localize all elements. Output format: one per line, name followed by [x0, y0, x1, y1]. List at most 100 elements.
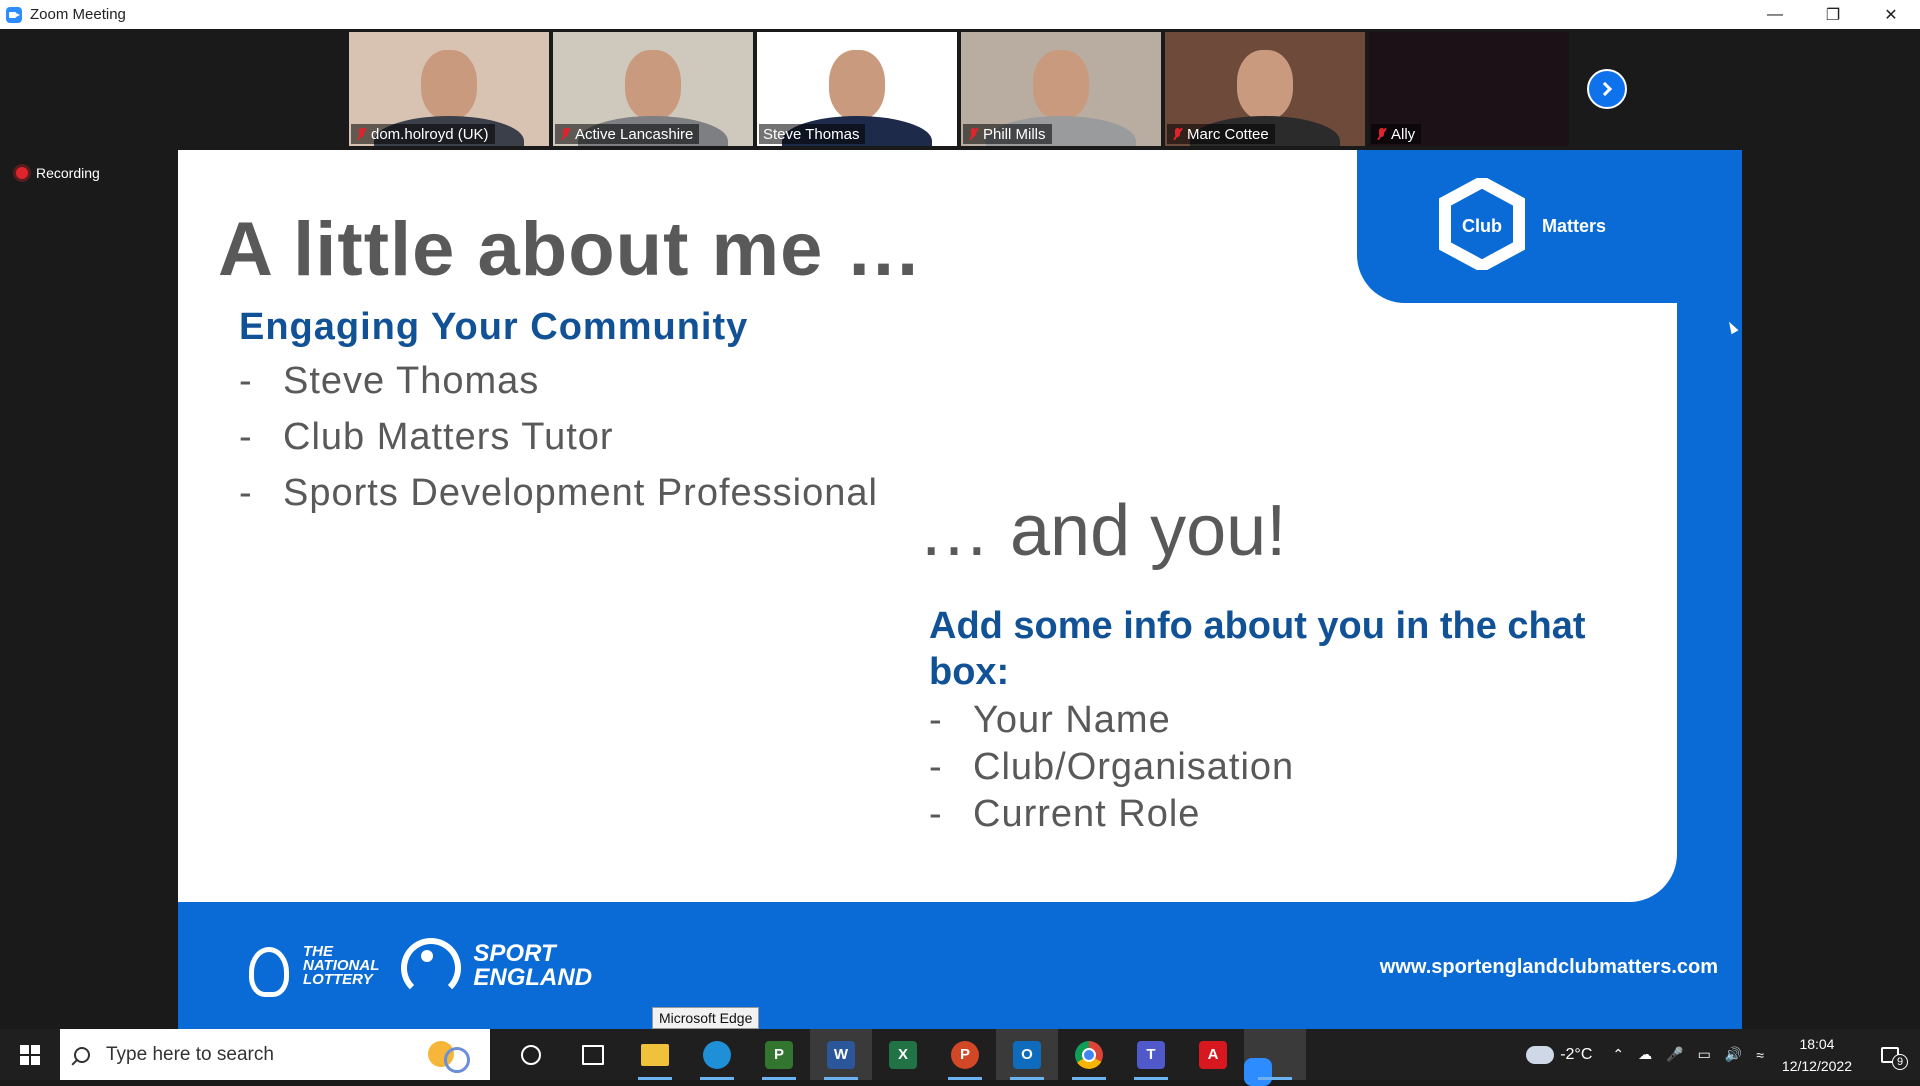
window-title: Zoom Meeting [30, 6, 126, 23]
minimize-icon: — [1767, 5, 1783, 23]
outlook-button[interactable]: O [996, 1029, 1058, 1080]
participant-tile-video-off[interactable]: Ally [1369, 32, 1569, 146]
cortana-icon [521, 1044, 541, 1065]
tray-icons: ⌃ ☁ 🎤 ▭ 🔊 ≈ [1612, 1046, 1764, 1063]
close-button[interactable]: ✕ [1862, 0, 1920, 29]
chevron-up-icon[interactable]: ⌃ [1612, 1046, 1624, 1063]
restore-button[interactable]: ❐ [1804, 0, 1862, 29]
participant-video [829, 50, 885, 120]
search-highlight-icon[interactable] [420, 1037, 474, 1073]
recording-dot-icon [16, 167, 28, 179]
battery-icon[interactable]: ▭ [1698, 1046, 1711, 1063]
window-controls: — ❐ ✕ [1746, 0, 1920, 29]
wifi-icon[interactable]: ≈ [1756, 1047, 1764, 1063]
sport-england-icon [401, 938, 462, 998]
participant-name: Steve Thomas [763, 125, 860, 143]
participant-tile[interactable]: dom.holroyd (UK) [349, 32, 549, 146]
file-explorer-icon [641, 1043, 669, 1066]
acrobat-button[interactable]: A [1182, 1029, 1244, 1080]
participant-tile[interactable]: Phill Mills [961, 32, 1161, 146]
muted-mic-icon [559, 127, 571, 141]
participant-tile-active-speaker[interactable]: Steve Thomas [757, 32, 957, 146]
clock-date: 12/12/2022 [1781, 1057, 1852, 1074]
weather-widget[interactable]: -2°C [1526, 1037, 1593, 1064]
outlook-icon: O [1013, 1040, 1041, 1069]
taskbar-apps: P W X P O T A [500, 1029, 1306, 1086]
file-explorer-button[interactable] [624, 1029, 686, 1080]
zoom-icon [1244, 1058, 1272, 1086]
powerpoint-icon: P [951, 1040, 979, 1069]
participant-namebar: Ally [1371, 124, 1422, 144]
chat-prompt-list: - Your Name - Club/Organisation - Current R… [929, 699, 1294, 840]
participant-namebar: dom.holroyd (UK) [351, 124, 495, 144]
word-icon: W [827, 1040, 855, 1069]
participant-name: Active Lancashire [575, 125, 694, 143]
list-item-text: Sports Development Professional [283, 472, 878, 514]
sponsor-logos: THE NATIONAL LOTTERY SPORT ENGLAND [243, 938, 592, 998]
participant-namebar: Steve Thomas [759, 124, 866, 144]
participant-namebar: Marc Cottee [1167, 124, 1275, 144]
excel-button[interactable]: X [872, 1029, 934, 1080]
project-button[interactable]: P [748, 1029, 810, 1080]
search-placeholder: Type here to search [106, 1043, 274, 1065]
zoom-app-icon [6, 6, 22, 23]
weather-cloud-icon [1526, 1037, 1555, 1064]
muted-mic-icon [355, 127, 367, 141]
zoom-button[interactable] [1244, 1029, 1306, 1086]
onedrive-icon[interactable]: ☁ [1638, 1046, 1652, 1063]
excel-icon: X [889, 1040, 917, 1069]
recording-indicator[interactable]: Recording [16, 165, 100, 181]
participant-tile[interactable]: Marc Cottee [1165, 32, 1365, 146]
footer-url: www.sportenglandclubmatters.com [1379, 956, 1718, 978]
shared-screen-slide: Club Matters A little about me … Engagin… [178, 150, 1742, 1029]
windows-logo-icon [20, 1044, 40, 1065]
muted-mic-icon [967, 127, 979, 141]
weather-temperature: -2°C [1560, 1045, 1593, 1063]
edge-button[interactable] [686, 1029, 748, 1080]
chrome-button[interactable] [1058, 1029, 1120, 1080]
participant-video [625, 50, 681, 120]
task-view-button[interactable] [562, 1029, 624, 1080]
teams-button[interactable]: T [1120, 1029, 1182, 1080]
start-button[interactable] [0, 1029, 60, 1080]
microphone-icon[interactable]: 🎤 [1666, 1046, 1683, 1063]
chrome-icon [1075, 1040, 1103, 1069]
list-item: - Steve Thomas [239, 360, 878, 416]
participant-name: Marc Cottee [1187, 125, 1269, 143]
list-item-text: Steve Thomas [283, 360, 540, 402]
minimize-button[interactable]: — [1746, 0, 1804, 29]
word-button[interactable]: W [810, 1029, 872, 1080]
participant-namebar: Phill Mills [963, 124, 1052, 144]
list-item-text: Current Role [973, 793, 1201, 835]
list-item: - Your Name [929, 699, 1294, 746]
system-tray: -2°C ⌃ ☁ 🎤 ▭ 🔊 ≈ 18:04 12/12/2022 9 [1526, 1029, 1920, 1080]
volume-icon[interactable]: 🔊 [1725, 1046, 1742, 1063]
cortana-button[interactable] [500, 1029, 562, 1080]
powerpoint-button[interactable]: P [934, 1029, 996, 1080]
and-you-text: … and you! [918, 491, 1287, 571]
logo-matters-text: Matters [1542, 216, 1607, 236]
participant-video [1033, 50, 1089, 120]
list-item-text: Your Name [973, 699, 1171, 741]
next-participants-button[interactable] [1587, 69, 1627, 109]
recording-label: Recording [36, 165, 100, 181]
participant-tile[interactable]: Active Lancashire [553, 32, 753, 146]
chat-prompt-heading: Add some info about you in the chat box: [929, 605, 1586, 693]
list-item: - Club/Organisation [929, 746, 1294, 793]
list-item: - Club Matters Tutor [239, 416, 878, 472]
participant-name: Ally [1391, 125, 1416, 143]
participant-name: dom.holroyd (UK) [371, 125, 489, 143]
window-title-bar: Zoom Meeting — ❐ ✕ [0, 0, 1920, 29]
participant-namebar: Active Lancashire [555, 124, 700, 144]
acrobat-icon: A [1199, 1040, 1227, 1069]
taskbar-clock[interactable]: 18:04 12/12/2022 [1782, 1033, 1852, 1077]
notification-center-button[interactable]: 9 [1870, 1029, 1910, 1080]
chevron-right-icon [1597, 81, 1613, 97]
taskbar-search-box[interactable]: Type here to search [60, 1029, 490, 1080]
list-item-text: Club/Organisation [973, 746, 1295, 788]
participant-name: Phill Mills [983, 125, 1046, 143]
participant-video [421, 50, 477, 120]
national-lottery-logo: THE NATIONAL LOTTERY [303, 943, 380, 988]
clock-time: 18:04 [1799, 1035, 1835, 1052]
muted-mic-icon [1375, 127, 1387, 141]
